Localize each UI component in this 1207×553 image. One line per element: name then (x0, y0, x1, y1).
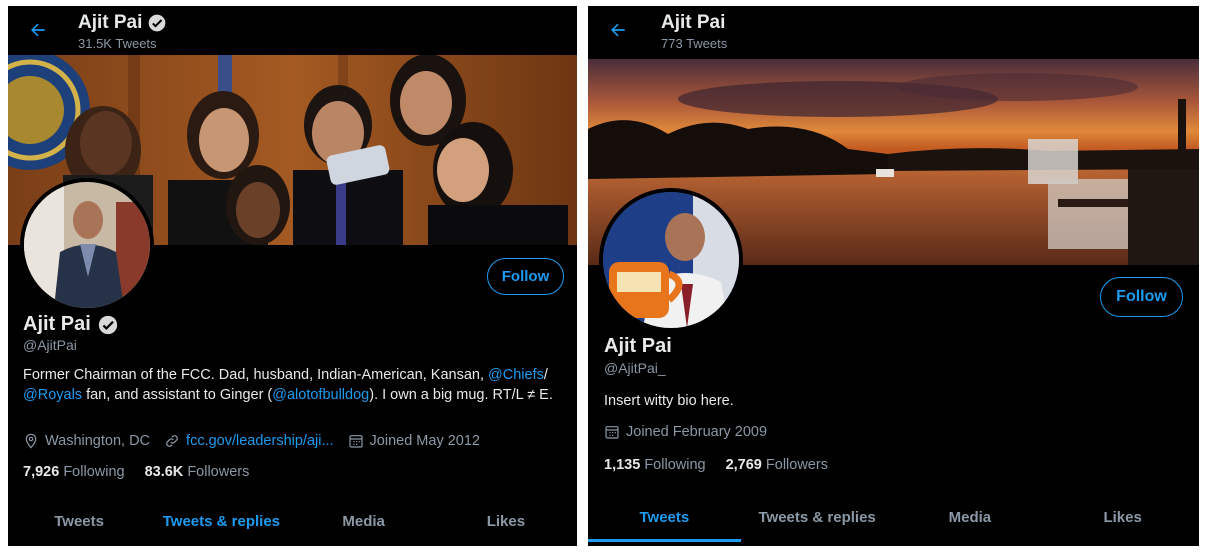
profile-name: Ajit Pai (23, 313, 119, 336)
follow-button[interactable]: Follow (1100, 277, 1183, 317)
profile-bio: Former Chairman of the FCC. Dad, husband… (23, 367, 553, 403)
profile-header: Ajit Pai 773 Tweets (588, 6, 1199, 56)
profile-handle: @AjitPai_ (604, 360, 666, 376)
profile-bio: Insert witty bio here. (604, 393, 734, 409)
verified-badge-icon (149, 14, 166, 32)
location-pin-icon (25, 433, 37, 449)
active-tab-indicator (588, 539, 741, 542)
follow-button[interactable]: Follow (487, 258, 564, 295)
website-item[interactable]: fcc.gov/leadership/aji... (164, 433, 334, 449)
following-link[interactable]: 1,135 Following (604, 457, 706, 473)
tab-tweets-replies[interactable]: Tweets & replies (741, 509, 894, 526)
mention-link[interactable]: @Royals (23, 387, 82, 403)
link-icon (166, 435, 178, 447)
header-tweet-count: 773 Tweets (661, 36, 728, 51)
followers-link[interactable]: 2,769 Followers (726, 457, 828, 473)
tab-tweets-replies[interactable]: Tweets & replies (150, 513, 292, 530)
verified-badge-icon (98, 315, 117, 334)
location-item: Washington, DC (23, 433, 150, 449)
header-name: Ajit Pai (661, 12, 726, 33)
followers-link[interactable]: 83.6K Followers (145, 464, 250, 480)
joined-item: Joined May 2012 (348, 433, 480, 449)
profile-handle: @AjitPai (23, 337, 77, 353)
back-arrow-icon[interactable] (608, 20, 628, 40)
tab-tweets[interactable]: Tweets (8, 513, 150, 530)
avatar-photo (24, 182, 150, 308)
profile-panel-left: Ajit Pai 31.5K Tweets Follow Ajit Pai @A… (8, 6, 577, 546)
tab-media[interactable]: Media (293, 513, 435, 530)
profile-avatar[interactable] (20, 178, 154, 312)
profile-meta: Washington, DC fcc.gov/leadership/aji...… (23, 433, 494, 449)
header-tweet-count: 31.5K Tweets (78, 36, 157, 51)
tab-likes[interactable]: Likes (1046, 509, 1199, 526)
avatar-photo (603, 192, 739, 328)
profile-header: Ajit Pai 31.5K Tweets (8, 6, 577, 56)
header-name: Ajit Pai (78, 12, 167, 34)
tab-likes[interactable]: Likes (435, 513, 577, 530)
profile-tabs: Tweets Tweets & replies Media Likes (588, 509, 1199, 542)
joined-item: Joined February 2009 (604, 424, 767, 440)
back-arrow-icon[interactable] (28, 20, 48, 40)
profile-stats: 7,926 Following 83.6K Followers (23, 464, 249, 480)
mention-link[interactable]: @alotofbulldog (272, 387, 369, 403)
tab-tweets[interactable]: Tweets (588, 509, 741, 542)
calendar-icon (605, 426, 619, 439)
calendar-icon (348, 435, 363, 448)
following-link[interactable]: 7,926 Following (23, 464, 125, 480)
profile-stats: 1,135 Following 2,769 Followers (604, 457, 828, 473)
tab-media[interactable]: Media (894, 509, 1047, 526)
profile-avatar[interactable] (599, 188, 743, 332)
mention-link[interactable]: @Chiefs (488, 367, 544, 383)
website-link[interactable]: fcc.gov/leadership/aji... (186, 433, 334, 449)
profile-name: Ajit Pai (604, 335, 672, 357)
profile-panel-right: Ajit Pai 773 Tweets Follow Ajit Pai @Aji… (588, 6, 1199, 546)
profile-meta: Joined February 2009 (604, 424, 781, 440)
profile-tabs: Tweets Tweets & replies Media Likes (8, 513, 577, 530)
